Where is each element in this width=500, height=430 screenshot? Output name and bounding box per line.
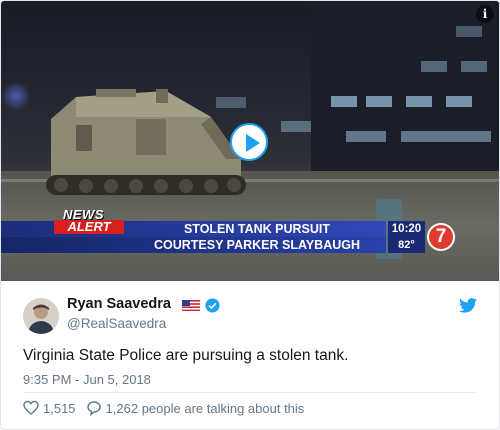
headline-line-1: STOLEN TANK PURSUIT: [183, 222, 331, 236]
lit-window: [406, 96, 432, 107]
tank-image: [46, 89, 246, 195]
heart-icon[interactable]: [23, 400, 39, 416]
lit-window: [446, 96, 472, 107]
temperature: 82°: [398, 239, 415, 251]
author-handle[interactable]: @RealSaavedra: [67, 316, 166, 331]
channel-logo: 7: [427, 223, 455, 251]
us-flag-icon: [182, 300, 200, 311]
lit-window: [456, 26, 482, 37]
conversation-count[interactable]: 1,262 people are talking about this: [106, 401, 305, 416]
alert-label: ALERT: [54, 220, 124, 234]
tweet-actions: 1,515 1,262 people are talking about thi…: [23, 399, 304, 417]
play-icon: [246, 134, 260, 152]
twitter-bird-icon[interactable]: [459, 298, 477, 313]
info-icon[interactable]: i: [476, 5, 494, 23]
person-silhouette-icon: [23, 298, 59, 334]
like-count[interactable]: 1,515: [43, 401, 76, 416]
lit-window: [441, 131, 491, 142]
video-player[interactable]: i NEWS ALERT STOLEN TANK PURSUIT COURTES…: [1, 1, 499, 281]
play-button[interactable]: [230, 123, 268, 161]
broadcast-time: 10:20: [391, 223, 422, 235]
tweet-timestamp[interactable]: 9:35 PM - Jun 5, 2018: [23, 372, 151, 387]
author-name[interactable]: Ryan Saavedra: [67, 296, 171, 312]
avatar[interactable]: [23, 298, 59, 334]
verified-badge-icon: [205, 298, 220, 313]
lit-window: [421, 61, 447, 72]
lit-window: [366, 96, 392, 107]
lit-window: [281, 121, 311, 132]
lit-window: [461, 61, 487, 72]
blue-police-light: [1, 81, 31, 111]
tweet-text: Virginia State Police are pursuing a sto…: [23, 347, 349, 364]
lit-window: [401, 131, 441, 142]
tweet-card[interactable]: i NEWS ALERT STOLEN TANK PURSUIT COURTES…: [0, 0, 500, 430]
lit-window: [346, 131, 386, 142]
lit-window: [331, 96, 357, 107]
reply-bubble-icon[interactable]: [86, 400, 102, 416]
divider: [23, 392, 477, 393]
headline-line-2: COURTESY PARKER SLAYBAUGH: [153, 238, 361, 252]
